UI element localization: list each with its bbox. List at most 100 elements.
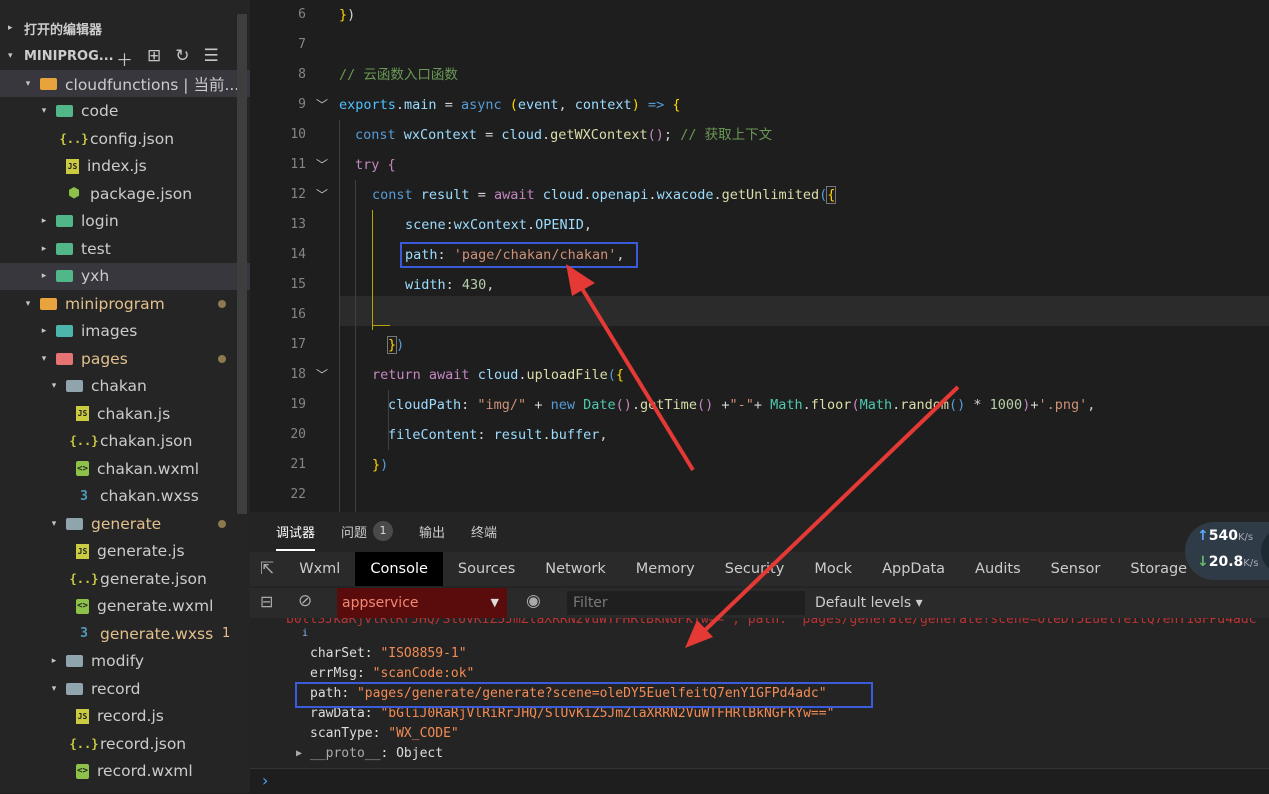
modified-dot [218,354,226,363]
tree-item[interactable]: ⬢ package.json [0,180,250,207]
json-file-icon: {..} [69,434,99,448]
tree-item[interactable]: 3 generate.wxss 1 [0,620,250,647]
tree-item[interactable]: 3 chakan.wxss [0,483,250,510]
tree-item-label: record.js [97,707,164,725]
tree-item[interactable]: JS record.js [0,703,250,730]
devtools-tab-sources[interactable]: Sources [443,552,530,586]
tree-item-label: images [81,322,138,340]
devtools-tab-network[interactable]: Network [530,552,621,586]
devtools-tab-wxml[interactable]: Wxml [284,552,355,586]
console-prompt[interactable]: › [250,768,1269,794]
tab-debugger[interactable]: 调试器 [276,522,316,551]
tree-item[interactable]: ▸ test [0,235,250,262]
folder-icon [56,270,73,282]
tree-item[interactable]: ▾ generate [0,510,250,537]
project-label: MINIPROG... [24,48,114,64]
tree-item-label: record.wxml [97,762,193,780]
tree-item-label: generate.json [100,569,207,588]
active-indent-guide-end [372,325,390,326]
folder-icon [66,517,83,530]
tree-item[interactable]: JS index.js [0,153,250,180]
devtools-tab-sensor[interactable]: Sensor [1036,552,1116,586]
console-proto[interactable]: __proto__: Object [310,744,443,764]
tree-item[interactable]: ▾ miniprogram [0,290,250,317]
tree-item[interactable]: ▸ yxh [0,262,250,290]
sidebar-toggle-icon[interactable]: ⊟ [260,592,273,611]
new-folder-icon[interactable]: ⊞ [147,46,161,71]
tab-terminal[interactable]: 终端 [471,522,497,541]
js-file-icon: JS [76,406,89,421]
code-line-6: }) [339,7,356,23]
inspect-element-icon[interactable]: ⇱ [250,552,284,586]
devtools-tab-mock[interactable]: Mock [799,552,867,586]
tree-item[interactable]: ▾ code [0,98,250,125]
tree-item[interactable]: <> generate.wxml [0,593,250,620]
tab-output[interactable]: 输出 [419,522,445,541]
tree-item-label: cloudfunctions | 当前... [65,75,240,94]
tree-item[interactable]: ▸ images [0,318,250,345]
tree-item[interactable]: {..} chakan.json [0,428,250,455]
project-header[interactable]: ▾ MINIPROG... [0,42,114,70]
chevron-right-icon: ▸ [51,656,57,666]
panel-tabs: 调试器 问题 1 输出 终端 [250,512,1269,551]
tree-item-label: miniprogram [65,294,165,313]
active-indent-guide [372,210,373,330]
tab-problems[interactable]: 问题 1 [341,521,394,541]
tree-item[interactable]: <> record.wxml [0,758,250,785]
collapse-all-icon[interactable]: ☰ [204,46,219,71]
tree-item[interactable]: ▸ modify [0,648,250,675]
tree-item[interactable]: ▾ cloudfunctions | 当前... [0,70,250,97]
filter-input[interactable]: Filter [567,591,805,615]
code-line-8: // 云函数入口函数 [339,67,458,83]
expand-arrow-icon[interactable]: ▶ [296,744,302,764]
tree-item[interactable]: <> chakan.wxml [0,455,250,482]
refresh-icon[interactable]: ↻ [175,46,189,71]
devtools-tab-appdata[interactable]: AppData [867,552,960,586]
indent-guide [355,180,356,512]
devtools-tab-console[interactable]: Console [355,552,443,586]
problem-count-badge: 1 [222,626,231,641]
modified-dot [218,299,226,308]
tree-item[interactable]: {..} record.json [0,730,250,757]
file-explorer: ▸ 打开的编辑器 ▾ MINIPROG... ＋ ⊞ ↻ ☰ ▾ cloudfun… [0,0,250,793]
log-levels-select[interactable]: Default levels ▾ [815,588,923,618]
new-file-icon[interactable]: ＋ [116,46,133,71]
tree-item-label: chakan.json [100,432,193,450]
tree-item[interactable]: ▾ record [0,675,250,702]
js-file-icon: JS [76,708,89,724]
tree-item-label: chakan.wxml [97,459,200,478]
js-file-icon: JS [66,158,79,174]
indent-guide [339,120,340,512]
devtools-tab-security[interactable]: Security [710,552,800,586]
folder-icon [56,242,73,255]
context-select[interactable]: appservice ▼ [337,588,507,618]
code-line-13: scene:wxContext.OPENID, [405,217,592,233]
open-editors-header[interactable]: ▸ 打开的编辑器 [0,14,102,42]
tree-item[interactable]: ▾ pages [0,345,250,372]
tree-item[interactable]: ▾ chakan [0,373,250,400]
tree-item[interactable]: {..} config.json [0,125,250,152]
console-toolbar: ⊟ ⊘ appservice ▼ ◉ Filter Default levels… [250,588,1269,618]
js-file-icon: JS [76,543,89,559]
json-file-icon: {..} [69,571,99,586]
node-package-icon: ⬢ [68,186,80,201]
tree-item-label: pages [81,349,128,368]
tree-item[interactable]: ▸ login [0,208,250,235]
tree-item-label: generate.wxml [97,597,214,615]
tree-item-label: chakan [91,377,147,395]
tree-item[interactable]: JS generate.js [0,538,250,565]
tree-item[interactable]: {..} generate.json [0,565,250,592]
sidebar-scrollbar[interactable] [237,14,247,514]
arrow-up-icon: ↑ [1197,528,1209,544]
eye-icon[interactable]: ◉ [526,591,541,611]
code-line-12: const result = await cloud.openapi.wxaco… [372,186,837,204]
caret-down-icon: ▼ [490,596,499,609]
code-editor[interactable]: 6 7 8 9 ﹀ 10 11 ﹀ 12 ﹀ 13 14 15 16 17 18 ﹀ 19 20 21 22 }) //… [250,0,1269,512]
tree-item[interactable]: JS chakan.js [0,400,250,427]
clear-console-icon[interactable]: ⊘ [298,591,312,611]
devtools-tab-audits[interactable]: Audits [960,552,1036,586]
wxml-file-icon: <> [76,461,89,476]
devtools-tab-memory[interactable]: Memory [621,552,710,586]
tree-item-label: generate [91,514,162,533]
current-line-highlight [339,296,1269,326]
